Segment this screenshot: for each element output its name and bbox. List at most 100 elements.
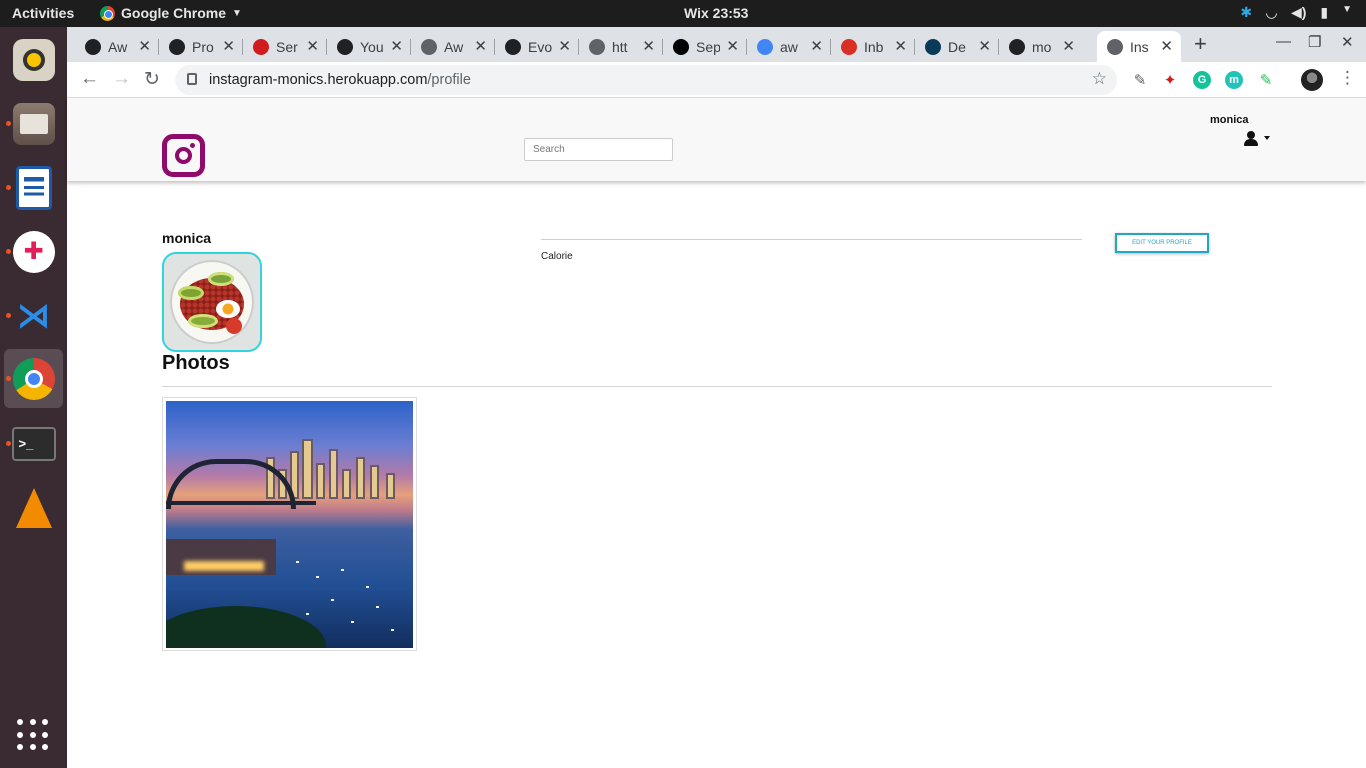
tab-close-icon[interactable]: ✕ [306,37,319,55]
tab-title: Aw [444,38,464,55]
boat [366,586,369,588]
tab-title: Ins [1130,38,1149,55]
browser-tab[interactable]: Ser ✕ [243,31,327,62]
boat [351,621,354,623]
tab-title: Evo [528,38,552,55]
tab-close-icon[interactable]: ✕ [642,37,655,55]
browser-tab[interactable]: De ✕ [915,31,999,62]
harbour-city-photo [166,401,413,648]
edit-profile-button[interactable]: EDIT YOUR PROFILE [1115,233,1209,253]
tab-close-icon[interactable]: ✕ [1062,37,1075,55]
grammarly-extension-icon[interactable]: G [1193,71,1211,89]
tab-close-icon[interactable]: ✕ [978,37,991,55]
maximize-button[interactable]: ❐ [1308,33,1321,51]
dock-slack[interactable]: ✚ [4,222,63,281]
building [329,449,338,499]
dock-files[interactable] [4,94,63,153]
eyedropper-extension-icon[interactable]: ✎ [1131,71,1149,89]
browser-tab[interactable]: Ins ✕ [1097,31,1181,62]
feather-extension-icon[interactable]: ✦ [1161,71,1179,89]
user-icon [1247,131,1255,139]
files-icon [12,102,55,145]
chrome-menu-icon[interactable]: ⋮ [1339,68,1356,88]
tab-close-icon[interactable]: ✕ [390,37,403,55]
boat [316,576,319,578]
dock-writer[interactable] [4,158,63,217]
github-icon [1009,38,1025,55]
chrome-icon [100,5,115,21]
tab-close-icon[interactable]: ✕ [810,37,823,55]
wifi-icon: ◡ [1266,4,1277,20]
building [356,457,365,499]
boat [391,629,394,631]
weather-icon: ✱ [1240,4,1253,20]
bridge-deck [166,501,316,505]
system-top-bar: Activities Google Chrome ▼ Wix 23:53 ✱ ◡… [0,0,1366,27]
running-indicator [6,376,11,381]
app-menu-label: Google Chrome [121,5,227,21]
rhythmbox-icon [12,38,55,81]
clock[interactable]: Wix 23:53 [684,5,748,21]
app-menu[interactable]: Google Chrome ▼ [100,5,242,21]
browser-tab[interactable]: Sep ✕ [663,31,747,62]
tab-close-icon[interactable]: ✕ [558,37,571,55]
browser-tab[interactable]: Aw ✕ [411,31,495,62]
profile-username: monica [162,230,212,246]
user-icon-body [1244,139,1258,146]
browser-tab[interactable]: mo ✕ [999,31,1083,62]
tab-close-icon[interactable]: ✕ [222,37,235,55]
bookmark-star-icon[interactable]: ☆ [1092,69,1107,89]
dock-vscode[interactable]: ⋊ [4,286,63,345]
tab-title: Pro [192,38,214,55]
caret-down-icon [1264,136,1270,140]
boat [296,561,299,563]
highlighter-extension-icon[interactable]: ✎ [1257,71,1275,89]
tab-title: aw [780,38,798,55]
running-indicator [6,185,11,190]
user-dropdown[interactable] [1244,131,1274,147]
site-navbar: monica [67,99,1366,181]
dock-terminal[interactable]: >_ [4,414,63,473]
minimize-button[interactable]: — [1276,33,1291,50]
forward-button[interactable]: → [112,68,131,90]
building [370,465,379,499]
dock-vlc[interactable] [4,478,63,537]
tab-close-icon[interactable]: ✕ [894,37,907,55]
address-bar[interactable]: instagram-monics.herokuapp.com/profile ☆ [175,65,1117,95]
browser-tab[interactable]: Inb ✕ [831,31,915,62]
tab-close-icon[interactable]: ✕ [726,37,739,55]
m-extension-icon[interactable]: m [1225,71,1243,89]
new-tab-button[interactable]: + [1194,31,1207,57]
browser-tab[interactable]: aw ✕ [747,31,831,62]
browser-tab[interactable]: Pro ✕ [159,31,243,62]
instagram-logo[interactable] [162,134,205,177]
browser-tab[interactable]: You ✕ [327,31,411,62]
reload-button[interactable]: ↻ [144,68,160,91]
profile-avatar[interactable] [1301,69,1323,91]
browser-tab[interactable]: htt ✕ [579,31,663,62]
dock-rhythmbox[interactable] [4,30,63,89]
browser-tab[interactable]: Evo ✕ [495,31,579,62]
tab-close-icon[interactable]: ✕ [474,37,487,55]
slack-icon: ✚ [12,230,55,273]
dock-chrome[interactable] [4,349,63,408]
red-dots-icon [253,38,269,55]
shore-lights [184,561,264,571]
back-button[interactable]: ← [80,68,99,90]
tab-close-icon[interactable]: ✕ [138,37,151,55]
tab-close-icon[interactable]: ✕ [1160,37,1173,55]
tab-title: Aw [108,38,128,55]
activities-button[interactable]: Activities [12,5,74,21]
photo-card[interactable] [162,397,417,651]
building [342,469,351,499]
search-input[interactable] [524,138,673,161]
tab-title: mo [1032,38,1052,55]
tab-title: Inb [864,38,884,55]
chrome-icon [12,357,55,400]
browser-tab[interactable]: Aw ✕ [75,31,159,62]
close-window-button[interactable]: ✕ [1341,33,1354,51]
gmail-icon [841,38,857,55]
show-applications-icon[interactable] [17,719,49,751]
volume-icon: ◀) [1290,4,1307,20]
system-tray[interactable]: ✱ ◡ ◀) ▮ ▼ [1240,4,1352,21]
